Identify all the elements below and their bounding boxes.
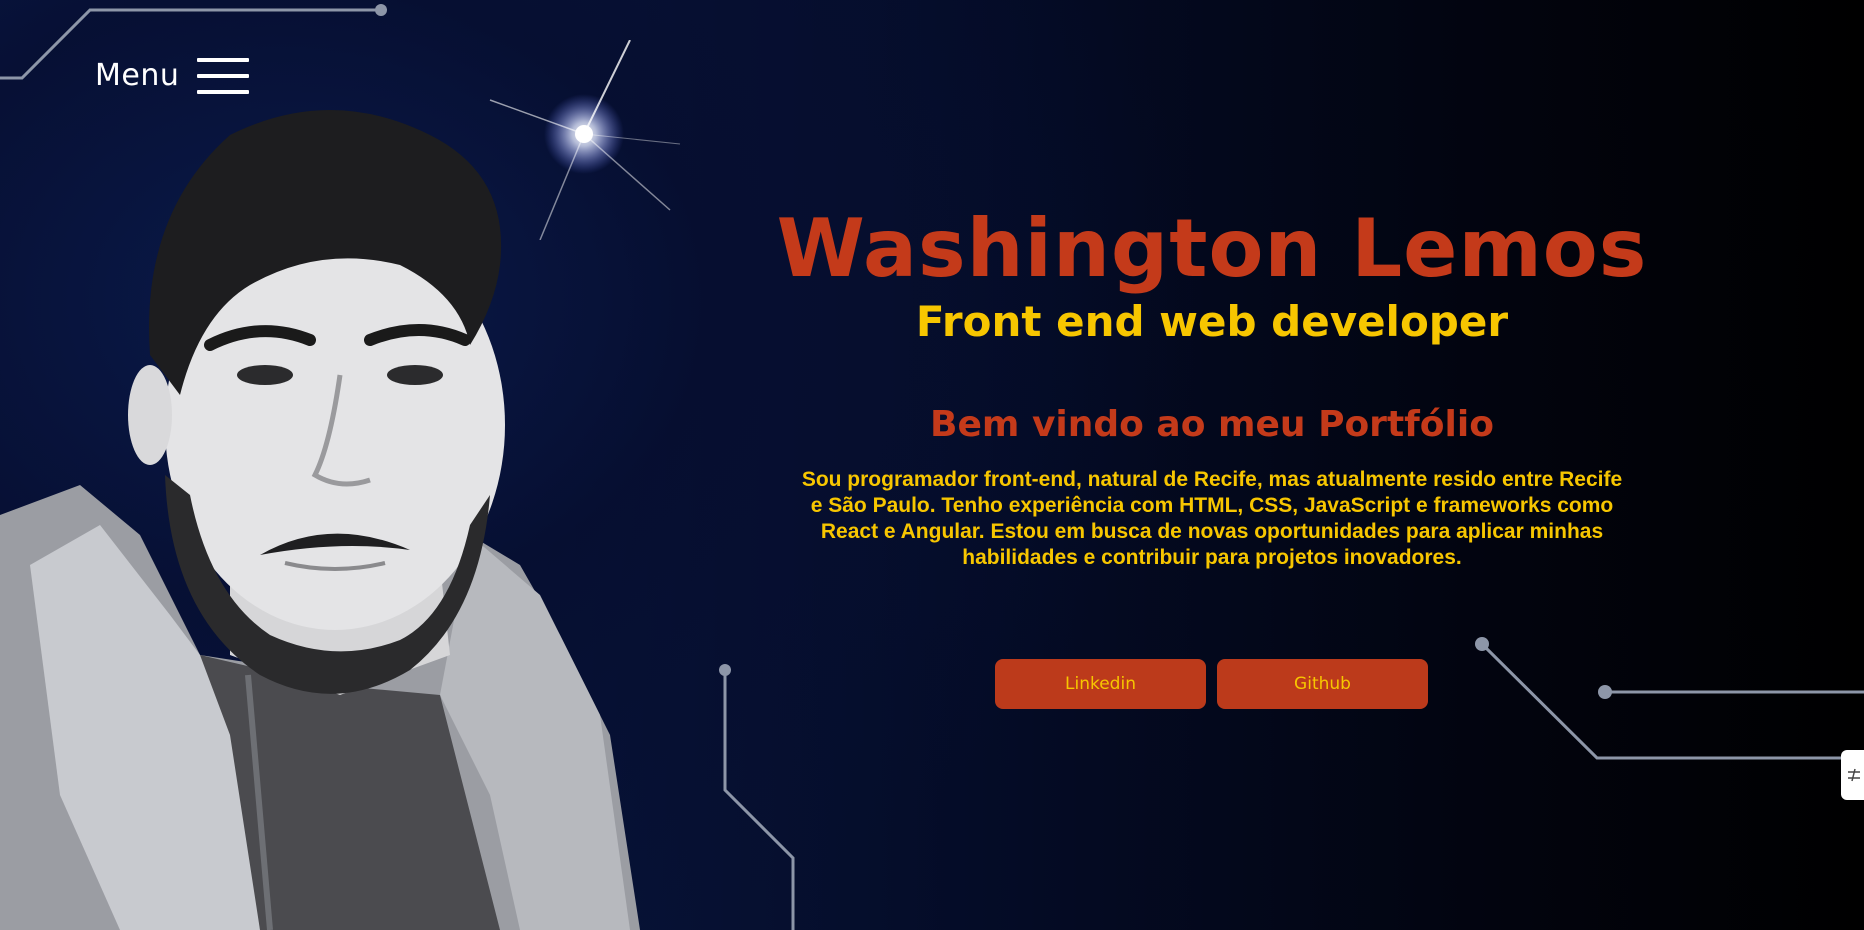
page-title: Washington Lemos bbox=[776, 202, 1648, 295]
menu-label: Menu bbox=[95, 58, 180, 93]
welcome-heading: Bem vindo ao meu Portfólio bbox=[930, 404, 1494, 446]
profile-portrait-image bbox=[0, 110, 640, 930]
side-panel-toggle[interactable] bbox=[1841, 750, 1864, 800]
hamburger-icon[interactable] bbox=[197, 58, 250, 94]
github-button[interactable]: Github bbox=[1217, 659, 1428, 709]
slider-toggle-icon bbox=[1848, 768, 1860, 782]
hero-section: Washington Lemos Front end web developer… bbox=[760, 205, 1664, 571]
linkedin-button[interactable]: Linkedin bbox=[995, 659, 1206, 709]
bio-paragraph: Sou programador front-end, natural de Re… bbox=[801, 467, 1623, 569]
portfolio-page: Menu Washington Lemos Front end web deve… bbox=[0, 0, 1864, 930]
menu-button[interactable]: Menu bbox=[95, 58, 250, 94]
job-title: Front end web developer bbox=[915, 297, 1509, 346]
social-buttons: Linkedin Github bbox=[995, 659, 1428, 709]
